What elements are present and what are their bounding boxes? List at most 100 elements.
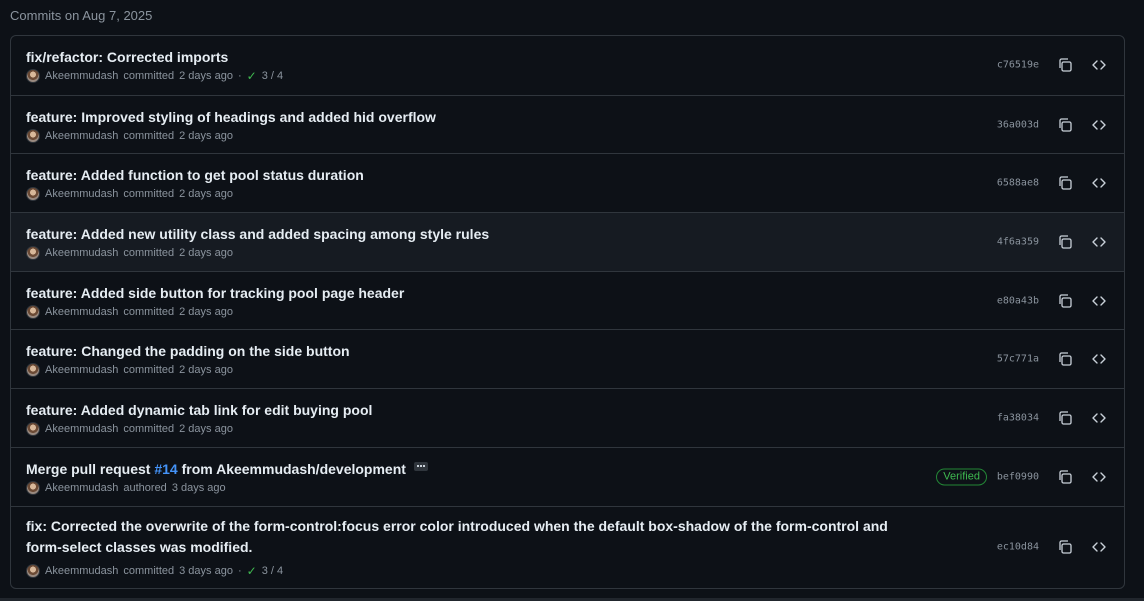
avatar[interactable]: [26, 246, 40, 261]
commit-meta: Akeemmudash committed 2 days ago: [26, 128, 233, 143]
commit-time[interactable]: 2 days ago: [179, 130, 233, 142]
commit-row: fix/refactor: Corrected imports Akeemmud…: [11, 36, 1124, 95]
commit-author[interactable]: Akeemmudash: [45, 130, 118, 142]
commit-time[interactable]: 2 days ago: [179, 70, 233, 82]
browse-code-icon[interactable]: [1091, 410, 1107, 426]
commit-time[interactable]: 2 days ago: [179, 423, 233, 435]
commit-title-link[interactable]: feature: Added dynamic tab link for edit…: [26, 400, 372, 421]
commit-author[interactable]: Akeemmudash: [45, 364, 118, 376]
commit-action: committed: [123, 423, 175, 436]
commit-time[interactable]: 2 days ago: [179, 188, 233, 200]
commit-row: feature: Improved styling of headings an…: [11, 94, 1124, 154]
browse-code-icon[interactable]: [1091, 351, 1107, 367]
commit-sha-link[interactable]: fa38034: [997, 412, 1039, 423]
browse-code-icon[interactable]: [1091, 117, 1107, 133]
commit-author[interactable]: Akeemmudash: [45, 306, 118, 318]
commit-title-link[interactable]: fix/refactor: Corrected imports: [26, 47, 228, 68]
pull-request-link[interactable]: #14: [154, 461, 177, 477]
commit-list: fix/refactor: Corrected imports Akeemmud…: [10, 35, 1125, 589]
commit-meta: Akeemmudash committed 2 days ago: [26, 422, 233, 437]
commit-action: committed: [123, 305, 175, 318]
commit-action: committed: [123, 564, 175, 577]
commit-row: feature: Added dynamic tab link for edit…: [11, 388, 1124, 447]
commit-meta: Akeemmudash committed 3 days ago · ✓ 3 /…: [26, 563, 283, 578]
commit-meta: Akeemmudash committed 2 days ago: [26, 363, 233, 378]
commit-row: feature: Added function to get pool stat…: [11, 153, 1124, 212]
meta-separator: ·: [237, 70, 242, 82]
check-icon[interactable]: ✓: [247, 69, 257, 83]
commit-sha-link[interactable]: 6588ae8: [997, 178, 1039, 189]
commit-time[interactable]: 2 days ago: [179, 306, 233, 318]
commit-sha-link[interactable]: c76519e: [997, 60, 1039, 71]
commit-sha-link[interactable]: 4f6a359: [997, 236, 1039, 247]
copy-icon[interactable]: [1057, 57, 1073, 73]
avatar[interactable]: [26, 128, 40, 143]
commit-title-link[interactable]: feature: Added new utility class and add…: [26, 224, 489, 245]
copy-icon[interactable]: [1057, 293, 1073, 309]
commit-author[interactable]: Akeemmudash: [45, 188, 118, 200]
copy-icon[interactable]: [1057, 410, 1073, 426]
browse-code-icon[interactable]: [1091, 57, 1107, 73]
commit-row: Merge pull request #14 from Akeemmudash/…: [11, 446, 1124, 506]
commit-action: committed: [123, 364, 175, 377]
expand-description-button[interactable]: [413, 461, 428, 471]
checks-count[interactable]: 3 / 4: [262, 565, 283, 577]
browse-code-icon[interactable]: [1091, 539, 1107, 555]
copy-icon[interactable]: [1057, 469, 1073, 485]
copy-icon[interactable]: [1057, 117, 1073, 133]
verified-badge[interactable]: Verified: [936, 468, 987, 486]
commit-meta: Akeemmudash committed 2 days ago · ✓ 3 /…: [26, 69, 283, 83]
commit-sha-link[interactable]: ec10d84: [997, 542, 1039, 553]
commit-meta: Akeemmudash committed 2 days ago: [26, 304, 233, 319]
avatar[interactable]: [26, 563, 40, 578]
meta-separator: ·: [237, 564, 242, 577]
browse-code-icon[interactable]: [1091, 175, 1107, 191]
commit-action: committed: [123, 129, 175, 142]
commit-author[interactable]: Akeemmudash: [45, 423, 118, 435]
commit-row: feature: Changed the padding on the side…: [11, 329, 1124, 388]
commit-sha-link[interactable]: e80a43b: [997, 295, 1039, 306]
commit-row: feature: Added side button for tracking …: [11, 270, 1124, 330]
commit-time[interactable]: 2 days ago: [179, 364, 233, 376]
avatar[interactable]: [26, 69, 40, 83]
browse-code-icon[interactable]: [1091, 469, 1107, 485]
copy-icon[interactable]: [1057, 351, 1073, 367]
commit-author[interactable]: Akeemmudash: [45, 70, 118, 82]
commit-sha-link[interactable]: 36a003d: [997, 119, 1039, 130]
commit-sha-link[interactable]: bef0990: [997, 471, 1039, 482]
commit-row: fix: Corrected the overwrite of the form…: [11, 505, 1124, 588]
avatar[interactable]: [26, 187, 40, 202]
avatar[interactable]: [26, 304, 40, 319]
avatar[interactable]: [26, 422, 40, 437]
commit-author[interactable]: Akeemmudash: [45, 247, 118, 259]
copy-icon[interactable]: [1057, 234, 1073, 250]
commit-time[interactable]: 3 days ago: [172, 482, 226, 494]
commit-title-link[interactable]: from Akeemmudash/development: [178, 461, 406, 477]
commit-title-link[interactable]: fix: Corrected the overwrite of the form…: [26, 516, 896, 558]
commit-title-link[interactable]: feature: Added function to get pool stat…: [26, 165, 364, 186]
commit-sha-link[interactable]: 57c771a: [997, 354, 1039, 365]
browse-code-icon[interactable]: [1091, 293, 1107, 309]
avatar[interactable]: [26, 363, 40, 378]
browse-code-icon[interactable]: [1091, 234, 1107, 250]
commit-time[interactable]: 2 days ago: [179, 247, 233, 259]
commit-author[interactable]: Akeemmudash: [45, 482, 118, 494]
check-icon[interactable]: ✓: [247, 564, 257, 578]
avatar[interactable]: [26, 480, 40, 495]
commit-action: authored: [123, 481, 167, 494]
commit-time[interactable]: 3 days ago: [179, 565, 233, 577]
copy-icon[interactable]: [1057, 539, 1073, 555]
commit-action: committed: [123, 188, 175, 201]
commit-title-link[interactable]: feature: Changed the padding on the side…: [26, 341, 350, 362]
commit-action: committed: [123, 247, 175, 260]
commit-action: committed: [123, 70, 175, 82]
commit-meta: Akeemmudash authored 3 days ago: [26, 480, 226, 495]
commit-title-link[interactable]: feature: Improved styling of headings an…: [26, 107, 436, 128]
copy-icon[interactable]: [1057, 175, 1073, 191]
commit-title-link[interactable]: Merge pull request: [26, 461, 154, 477]
commit-author[interactable]: Akeemmudash: [45, 565, 118, 577]
commit-title: Merge pull request #14 from Akeemmudash/…: [26, 459, 428, 480]
commit-meta: Akeemmudash committed 2 days ago: [26, 246, 233, 261]
commit-title-link[interactable]: feature: Added side button for tracking …: [26, 283, 404, 304]
checks-count[interactable]: 3 / 4: [262, 70, 283, 82]
